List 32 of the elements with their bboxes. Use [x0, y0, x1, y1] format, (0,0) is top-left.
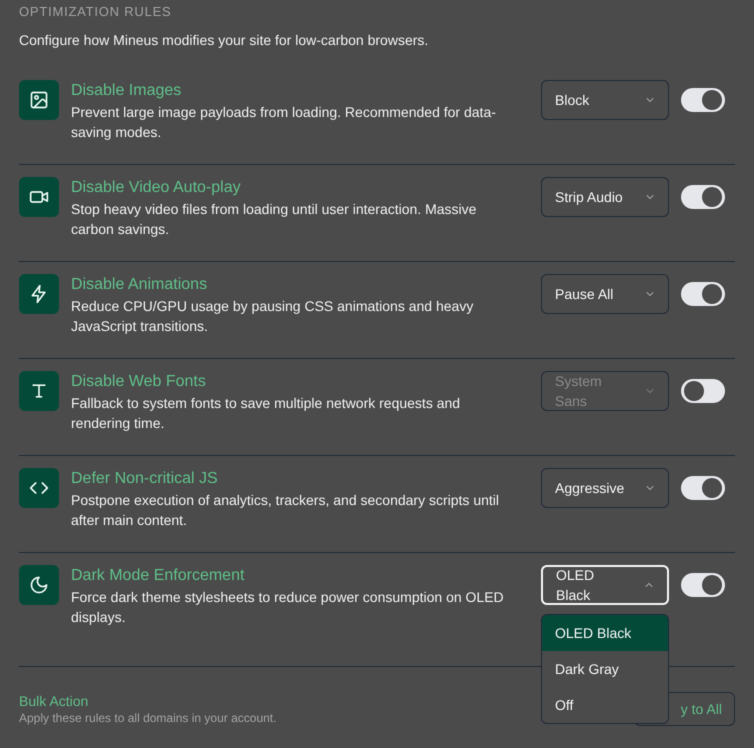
toggle-switch[interactable] [681, 88, 725, 112]
select-dropdown[interactable]: Strip Audio [541, 177, 669, 217]
rule-description: Fallback to system fonts to save multiple network requests and rendering time. [71, 394, 462, 433]
select-dropdown[interactable]: OLED Black [541, 565, 669, 605]
rule-title: Disable Web Fonts [71, 372, 207, 392]
rule-description: Force dark theme stylesheets to reduce power consumption on OLED displays. [71, 588, 505, 627]
rule-description: Postpone execution of analytics, trackers, and secondary scripts until after main content. [71, 491, 500, 530]
toggle-switch[interactable] [681, 379, 725, 403]
image-icon [29, 90, 49, 110]
select-dropdown[interactable]: Aggressive [541, 468, 669, 508]
rule-title: Disable Animations [71, 275, 208, 295]
select-dropdown[interactable]: Pause All [541, 274, 669, 314]
bulk-action-description: Apply these rules to all domains in your account. [19, 710, 276, 726]
rule-description: Reduce CPU/GPU usage by pausing CSS animations and heavy JavaScript transitions. [71, 297, 474, 336]
rule-title: Defer Non-critical JS [71, 469, 219, 489]
section-title: OPTIMIZATION RULES [19, 4, 172, 20]
rule-title: Disable Video Auto-play [71, 178, 242, 198]
toggle-switch[interactable] [681, 282, 725, 306]
toggle-switch[interactable] [681, 476, 725, 500]
apply-button[interactable]: y to All [634, 692, 735, 726]
toggle-switch[interactable] [681, 573, 725, 597]
toggle-switch[interactable] [681, 185, 725, 209]
dropdown-option[interactable]: Dark Gray [542, 651, 668, 687]
rule-description: Prevent large image payloads from loading. Recommended for data-saving modes. [71, 103, 497, 142]
moon-icon [29, 575, 49, 595]
rule-title: Disable Images [71, 81, 182, 101]
dropdown-option[interactable]: OLED Black [542, 615, 668, 651]
rule-title: Dark Mode Enforcement [71, 566, 246, 586]
rule-description: Stop heavy video files from loading until user interaction. Massive carbon savings. [71, 200, 478, 239]
select-dropdown[interactable]: Block [541, 80, 669, 120]
section-description: Configure how Mineus modifies your site for low-carbon browsers. [19, 31, 430, 50]
bulk-action-title: Bulk Action [19, 692, 90, 710]
